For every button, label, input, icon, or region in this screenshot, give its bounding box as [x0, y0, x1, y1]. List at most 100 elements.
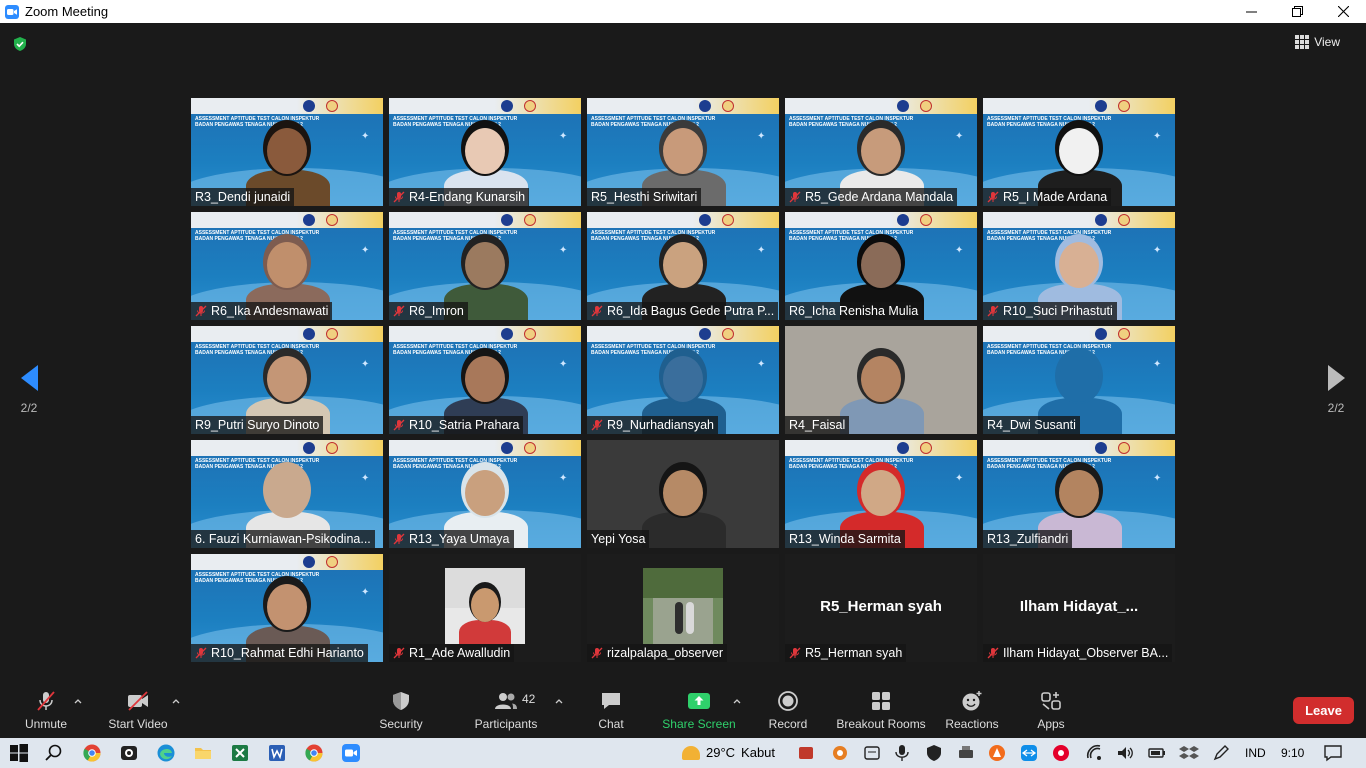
triangle-right-icon: [1328, 365, 1345, 391]
participant-tile[interactable]: Yepi Yosa: [587, 440, 779, 548]
participant-tile[interactable]: R4_Faisal: [785, 326, 977, 434]
record-label: Record: [768, 717, 808, 731]
encryption-shield-icon[interactable]: [12, 36, 28, 52]
profile-photo: [445, 568, 525, 644]
view-label: View: [1314, 35, 1340, 49]
share-screen-label: Share Screen: [662, 717, 736, 731]
beats-tray-icon[interactable]: [1051, 743, 1071, 763]
file-explorer-icon[interactable]: [193, 743, 213, 763]
volume-icon[interactable]: [1115, 743, 1135, 763]
notifications-icon[interactable]: [1323, 743, 1343, 763]
view-button[interactable]: View: [1295, 35, 1340, 49]
participant-name: R10_Suci Prihastuti: [1003, 304, 1113, 318]
avast-tray-icon[interactable]: [987, 743, 1007, 763]
participant-name-label: rizalpalapa_observer: [587, 644, 728, 662]
participant-tile[interactable]: ASSESSMENT APTITUDE TEST CALON INSPEKTUR…: [191, 440, 383, 548]
edge-icon[interactable]: [156, 743, 176, 763]
input-language[interactable]: IND: [1245, 746, 1266, 760]
participant-tile[interactable]: ASSESSMENT APTITUDE TEST CALON INSPEKTUR…: [389, 212, 581, 320]
chrome-icon[interactable]: [82, 743, 102, 763]
participant-name: R6_Ika Andesmawati: [211, 304, 329, 318]
video-options-caret-icon[interactable]: [171, 697, 181, 705]
participant-name-label: Yepi Yosa: [587, 530, 650, 548]
search-icon[interactable]: [44, 743, 64, 763]
chat-button[interactable]: Chat: [592, 683, 630, 738]
participant-tile[interactable]: ASSESSMENT APTITUDE TEST CALON INSPEKTUR…: [587, 212, 779, 320]
zoom-taskbar-icon[interactable]: [341, 743, 361, 763]
participant-tile[interactable]: ASSESSMENT APTITUDE TEST CALON INSPEKTUR…: [191, 98, 383, 206]
participant-tile[interactable]: rizalpalapa_observer: [587, 554, 779, 662]
participant-tile[interactable]: ASSESSMENT APTITUDE TEST CALON INSPEKTUR…: [389, 440, 581, 548]
breakout-rooms-button[interactable]: Breakout Rooms: [835, 683, 927, 738]
start-video-button[interactable]: Start Video: [106, 683, 170, 738]
weather-condition: Kabut: [741, 745, 776, 760]
record-button[interactable]: Record: [764, 683, 812, 738]
participant-tile[interactable]: R1_Ade Awalludin: [389, 554, 581, 662]
camera-app-icon[interactable]: [119, 743, 139, 763]
security-button[interactable]: Security: [375, 683, 427, 738]
unmute-label: Unmute: [24, 717, 68, 731]
teamviewer-tray-icon[interactable]: [1019, 743, 1039, 763]
participant-tile[interactable]: Ilham Hidayat_... Ilham Hidayat_Observer …: [983, 554, 1175, 662]
printer-tray-icon[interactable]: [956, 743, 976, 763]
close-button[interactable]: [1320, 0, 1366, 23]
wifi-icon[interactable]: [1085, 743, 1105, 763]
participant-tile[interactable]: R5_Herman syah R5_Herman syah: [785, 554, 977, 662]
restore-button[interactable]: [1274, 0, 1320, 23]
chrome-second-icon[interactable]: [304, 743, 324, 763]
participant-tile[interactable]: ASSESSMENT APTITUDE TEST CALON INSPEKTUR…: [983, 440, 1175, 548]
muted-microphone-icon: [393, 419, 405, 431]
weather-widget[interactable]: 29°C Kabut: [682, 745, 775, 760]
share-screen-button[interactable]: Share Screen: [662, 683, 736, 738]
participant-tile[interactable]: ASSESSMENT APTITUDE TEST CALON INSPEKTUR…: [191, 212, 383, 320]
participant-tile[interactable]: ASSESSMENT APTITUDE TEST CALON INSPEKTUR…: [983, 326, 1175, 434]
muted-microphone-icon: [393, 533, 405, 545]
muted-microphone-icon: [393, 191, 405, 203]
tray-app-icon-2[interactable]: [830, 743, 850, 763]
participant-name-label: R9_Nurhadiansyah: [587, 416, 719, 434]
previous-page-button[interactable]: 2/2: [14, 363, 44, 415]
participant-name-label: R10_Rahmat Edhi Harianto: [191, 644, 368, 662]
participant-name-label: R10_Satria Prahara: [389, 416, 524, 434]
participant-name: R13_Yaya Umaya: [409, 532, 510, 546]
record-icon: [778, 691, 798, 711]
participant-tile[interactable]: ASSESSMENT APTITUDE TEST CALON INSPEKTUR…: [983, 212, 1175, 320]
breakout-rooms-label: Breakout Rooms: [836, 717, 926, 731]
windows-start-icon[interactable]: [9, 743, 29, 763]
excel-icon[interactable]: [230, 743, 250, 763]
battery-icon[interactable]: [1147, 743, 1167, 763]
word-icon[interactable]: [267, 743, 287, 763]
microphone-tray-icon[interactable]: [892, 743, 912, 763]
participant-name-label: R4_Dwi Susanti: [983, 416, 1080, 434]
dropbox-icon[interactable]: [1179, 743, 1199, 763]
clock[interactable]: 9:10: [1281, 746, 1304, 760]
security-tray-icon[interactable]: [924, 743, 944, 763]
unmute-button[interactable]: Unmute: [20, 683, 72, 738]
participants-count: 42: [522, 692, 536, 706]
minimize-button[interactable]: [1228, 0, 1274, 23]
pen-tray-icon[interactable]: [1211, 743, 1231, 763]
tray-app-icon[interactable]: [796, 743, 816, 763]
leave-button[interactable]: Leave: [1293, 697, 1354, 724]
meeting-area: View 2/2 2/2 ASSESSMENT APTITUDE TEST CA…: [0, 23, 1366, 683]
participant-tile[interactable]: ASSESSMENT APTITUDE TEST CALON INSPEKTUR…: [191, 554, 383, 662]
next-page-button[interactable]: 2/2: [1321, 363, 1351, 415]
tray-window-icon[interactable]: [862, 743, 882, 763]
apps-button[interactable]: Apps: [1033, 683, 1069, 738]
participant-tile[interactable]: ASSESSMENT APTITUDE TEST CALON INSPEKTUR…: [389, 326, 581, 434]
participants-options-caret-icon[interactable]: [554, 697, 564, 705]
reactions-button[interactable]: Reactions: [944, 683, 1000, 738]
participant-tile[interactable]: ASSESSMENT APTITUDE TEST CALON INSPEKTUR…: [191, 326, 383, 434]
participant-tile[interactable]: ASSESSMENT APTITUDE TEST CALON INSPEKTUR…: [785, 98, 977, 206]
meeting-toolbar: Unmute Start Video Security Participants…: [0, 683, 1366, 738]
participant-tile[interactable]: ASSESSMENT APTITUDE TEST CALON INSPEKTUR…: [983, 98, 1175, 206]
audio-options-caret-icon[interactable]: [73, 697, 83, 705]
participant-tile[interactable]: ASSESSMENT APTITUDE TEST CALON INSPEKTUR…: [587, 326, 779, 434]
participant-tile[interactable]: ASSESSMENT APTITUDE TEST CALON INSPEKTUR…: [389, 98, 581, 206]
participant-tile[interactable]: ASSESSMENT APTITUDE TEST CALON INSPEKTUR…: [587, 98, 779, 206]
apps-icon: [1041, 692, 1061, 710]
share-options-caret-icon[interactable]: [732, 697, 742, 705]
participant-tile[interactable]: ASSESSMENT APTITUDE TEST CALON INSPEKTUR…: [785, 212, 977, 320]
participant-name: R5_Herman syah: [805, 646, 903, 660]
participant-tile[interactable]: ASSESSMENT APTITUDE TEST CALON INSPEKTUR…: [785, 440, 977, 548]
